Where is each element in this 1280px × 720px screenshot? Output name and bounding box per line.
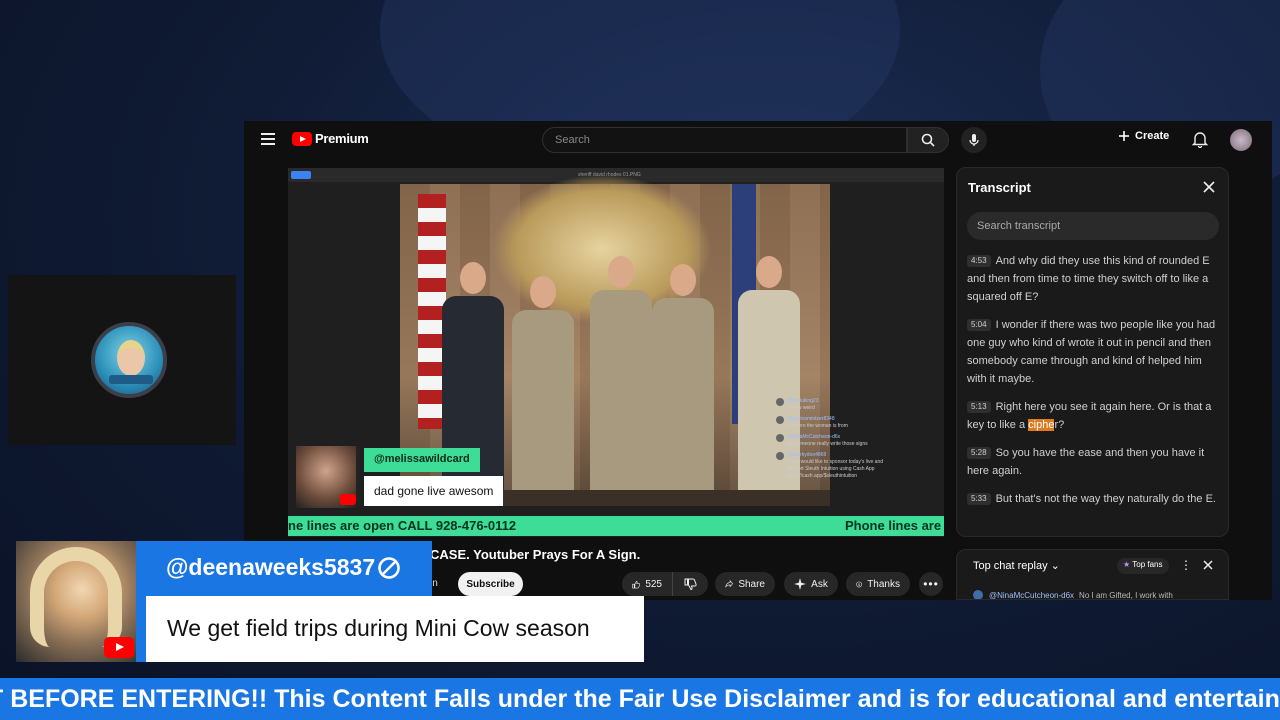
share-button[interactable]: Share	[715, 572, 775, 596]
disclaimer-text: T BEFORE ENTERING!! This Content Falls u…	[0, 685, 1280, 713]
fans-icon: ★	[1123, 560, 1131, 569]
like-dislike-group: 525	[622, 572, 708, 596]
chat-replay-dropdown[interactable]: Top chat replay ⌄	[973, 559, 1060, 572]
more-actions-button[interactable]: •••	[919, 572, 943, 596]
commenter-username: @deenaweeks5837	[166, 554, 376, 580]
share-icon	[725, 579, 734, 588]
youtube-play-icon	[292, 131, 312, 146]
overlay-chat: @kcoluking23 I know weird @laurinamintzer…	[776, 398, 886, 484]
thumbs-down-icon	[684, 578, 697, 590]
chat-message: @NinaMcCutcheon-d6x No I am Gifted, I wor…	[973, 590, 1173, 599]
super-thanks-icon: $	[856, 581, 862, 587]
like-button[interactable]: 525	[622, 572, 672, 596]
overlay-chat-message: @kcoluking23 I know weird	[776, 398, 886, 412]
dislike-button[interactable]	[672, 572, 708, 596]
youtube-logo[interactable]: Premium	[292, 131, 369, 146]
microphone-icon	[969, 134, 979, 146]
close-icon[interactable]	[1202, 559, 1214, 571]
share-label: Share	[738, 578, 765, 590]
person	[652, 264, 714, 506]
avatar	[973, 590, 983, 599]
youtube-header: Premium Search Create	[244, 121, 1272, 159]
thanks-button[interactable]: $ Thanks	[846, 572, 910, 596]
phone-ticker: ne lines are open CALL 928-476-0112 Phon…	[288, 516, 944, 536]
disclaimer-ticker: T BEFORE ENTERING!! This Content Falls u…	[0, 678, 1280, 720]
person	[442, 262, 504, 506]
voice-search-button[interactable]	[961, 127, 987, 153]
menu-icon[interactable]	[261, 133, 275, 145]
ask-label: Ask	[811, 578, 828, 590]
logo-text: Premium	[315, 131, 369, 146]
youtube-logo-icon	[104, 637, 134, 658]
overlay-chat-message: @sparkydoo4869 If you would like to spons…	[776, 452, 886, 480]
sparkle-icon	[794, 578, 807, 590]
channel-logo-card	[8, 275, 236, 445]
search-highlight: ciphe	[1028, 419, 1055, 431]
plus-icon	[1119, 131, 1129, 141]
chevron-down-icon: ⌄	[1050, 560, 1060, 572]
thumbs-up-icon	[632, 580, 641, 588]
featured-chat-text: dad gone live awesom	[364, 476, 504, 506]
transcript-segment[interactable]: 4:53 And why did they use this kind of ro…	[967, 252, 1219, 306]
chat-replay-panel: Top chat replay ⌄ ★ Top fans ⋮ @NinaMcCu…	[956, 549, 1229, 600]
overlay-chat-message: @NinaMcCutcheon-d6x did someone really wr…	[776, 434, 886, 448]
transcript-title: Transcript	[968, 180, 1031, 195]
transcript-search-input[interactable]: Search transcript	[967, 212, 1219, 240]
close-icon[interactable]	[1202, 180, 1216, 194]
search-icon	[921, 133, 935, 147]
ask-button[interactable]: Ask	[784, 572, 838, 596]
commenter-message: We get field trips during Mini Cow seaso…	[136, 596, 644, 662]
ticker-text: Phone lines are	[845, 518, 942, 533]
overlay-chat-message: @laurinamintzer8348 is where the woman is…	[776, 416, 886, 430]
create-button[interactable]: Create	[1118, 130, 1169, 142]
transcript-segment[interactable]: 5:28 So you have the ease and then you ha…	[967, 444, 1219, 480]
search-button[interactable]	[907, 127, 949, 153]
account-avatar[interactable]	[1230, 129, 1252, 151]
top-fans-badge[interactable]: ★ Top fans	[1117, 558, 1169, 574]
video-player[interactable]: sheriff david rhodes 01.PNG @kcoluking23…	[288, 168, 944, 537]
create-label: Create	[1135, 130, 1170, 142]
notifications-button[interactable]	[1191, 130, 1209, 153]
commenter-name-banner: @deenaweeks5837	[136, 541, 432, 596]
timestamp: 5:33	[967, 493, 991, 505]
channel-logo	[91, 322, 167, 398]
transcript-segment[interactable]: 5:33 But that's not the way they naturall…	[967, 490, 1219, 508]
moderator-icon	[378, 557, 400, 579]
person	[512, 276, 574, 506]
transcript-segment[interactable]: 5:04 I wonder if there was two people lik…	[967, 316, 1219, 388]
svg-text:$: $	[858, 581, 861, 586]
bell-icon	[1191, 132, 1209, 149]
timestamp: 5:04	[967, 319, 991, 331]
ticker-text: ne lines are open CALL 928-476-0112	[288, 518, 517, 533]
more-vertical-icon[interactable]: ⋮	[1180, 558, 1192, 572]
person	[590, 256, 652, 506]
transcript-segment[interactable]: 5:13 Right here you see it again here. Or…	[967, 398, 1219, 434]
search-input[interactable]: Search	[542, 127, 907, 153]
thanks-label: Thanks	[867, 578, 900, 590]
timestamp: 5:28	[967, 447, 991, 459]
timestamp: 4:53	[967, 255, 991, 267]
transcript-panel: Transcript Search transcript 4:53 And why…	[956, 167, 1229, 537]
featured-chat-name: @melissawildcard	[364, 448, 480, 472]
subscribe-button[interactable]: Subscribe	[458, 572, 523, 596]
youtube-badge-icon	[340, 494, 356, 505]
timestamp: 5:13	[967, 401, 991, 413]
more-horizontal-icon: •••	[923, 577, 939, 591]
video-title: CASE. Youtuber Prays For A Sign.	[430, 547, 641, 562]
youtube-window: Premium Search Create sheriff david rhod…	[244, 121, 1272, 600]
like-count: 525	[645, 578, 662, 590]
